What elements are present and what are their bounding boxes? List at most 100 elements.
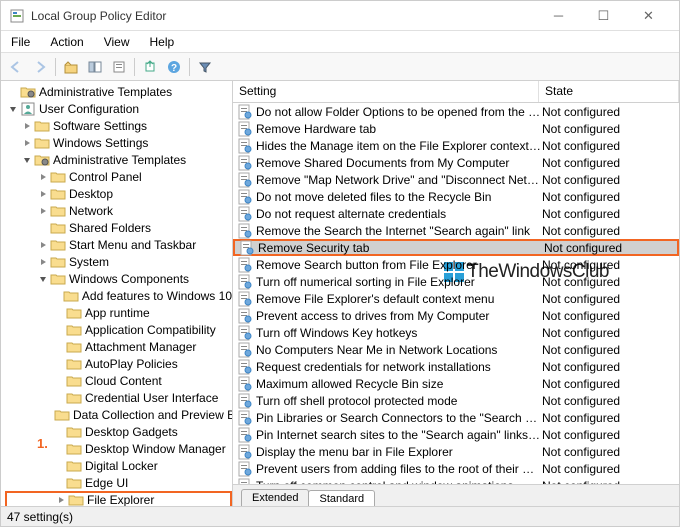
setting-row[interactable]: Remove the Search the Internet "Search a…: [233, 222, 679, 239]
tree-item[interactable]: File Explorer: [5, 491, 232, 506]
setting-row[interactable]: Do not move deleted files to the Recycle…: [233, 188, 679, 205]
minimize-button[interactable]: ─: [536, 2, 581, 30]
setting-row[interactable]: Remove Security tabNot configured: [233, 239, 679, 256]
tree-item-label: Application Compatibility: [85, 323, 216, 337]
setting-row[interactable]: Remove "Map Network Drive" and "Disconne…: [233, 171, 679, 188]
expand-closed-icon[interactable]: [37, 239, 49, 251]
expand-open-icon[interactable]: [21, 154, 33, 166]
column-state[interactable]: State: [539, 81, 679, 102]
policy-icon: [237, 206, 253, 222]
tree-item[interactable]: Shared Folders: [5, 219, 232, 236]
tree-item[interactable]: User Configuration: [5, 100, 232, 117]
tree-item-label: System: [69, 255, 109, 269]
tree-item[interactable]: Control Panel: [5, 168, 232, 185]
setting-label: Hides the Manage item on the File Explor…: [256, 139, 542, 153]
tree-item[interactable]: Windows Components: [5, 270, 232, 287]
menu-file[interactable]: File: [7, 33, 34, 51]
tree-item[interactable]: App runtime: [5, 304, 232, 321]
setting-label: Do not allow Folder Options to be opened…: [256, 105, 542, 119]
app-icon: [9, 8, 25, 24]
expand-open-icon[interactable]: [7, 103, 19, 115]
tree-item[interactable]: Application Compatibility: [5, 321, 232, 338]
setting-row[interactable]: Display the menu bar in File ExplorerNot…: [233, 443, 679, 460]
maximize-button[interactable]: ☐: [581, 2, 626, 30]
expand-closed-icon[interactable]: [21, 120, 33, 132]
setting-state: Not configured: [542, 479, 620, 485]
tree-item[interactable]: Edge UI: [5, 474, 232, 491]
setting-label: No Computers Near Me in Network Location…: [256, 343, 542, 357]
up-folder-button[interactable]: [60, 56, 82, 78]
setting-row[interactable]: Pin Internet search sites to the "Search…: [233, 426, 679, 443]
expand-closed-icon[interactable]: [37, 171, 49, 183]
column-setting[interactable]: Setting: [233, 81, 539, 102]
tree-item-label: Digital Locker: [85, 459, 158, 473]
menu-view[interactable]: View: [100, 33, 134, 51]
setting-row[interactable]: Hides the Manage item on the File Explor…: [233, 137, 679, 154]
filter-button[interactable]: [194, 56, 216, 78]
setting-row[interactable]: Turn off common control and window anima…: [233, 477, 679, 484]
setting-label: Remove Shared Documents from My Computer: [256, 156, 542, 170]
tree-item[interactable]: Administrative Templates: [5, 151, 232, 168]
toolbar-separator: [55, 58, 56, 76]
setting-row[interactable]: Turn off shell protocol protected modeNo…: [233, 392, 679, 409]
expand-closed-icon[interactable]: [55, 494, 67, 506]
tree-item[interactable]: Credential User Interface: [5, 389, 232, 406]
show-hide-button[interactable]: [84, 56, 106, 78]
setting-row[interactable]: Remove File Explorer's default context m…: [233, 290, 679, 307]
setting-row[interactable]: Do not request alternate credentialsNot …: [233, 205, 679, 222]
tree-item[interactable]: Software Settings: [5, 117, 232, 134]
setting-row[interactable]: Remove Shared Documents from My Computer…: [233, 154, 679, 171]
tree-item[interactable]: Desktop: [5, 185, 232, 202]
folder-icon: [66, 373, 82, 389]
tree-item[interactable]: Digital Locker: [5, 457, 232, 474]
tree-item[interactable]: Attachment Manager: [5, 338, 232, 355]
expand-closed-icon[interactable]: [37, 256, 49, 268]
tree-item[interactable]: AutoPlay Policies: [5, 355, 232, 372]
menu-help[interactable]: Help: [146, 33, 179, 51]
tree-item[interactable]: Add features to Windows 10: [5, 287, 232, 304]
policy-icon: [237, 393, 253, 409]
expand-closed-icon[interactable]: [37, 188, 49, 200]
help-button[interactable]: ?: [163, 56, 185, 78]
tree-pane[interactable]: 1. Administrative TemplatesUser Configur…: [1, 81, 233, 506]
tree-item[interactable]: Windows Settings: [5, 134, 232, 151]
setting-label: Maximum allowed Recycle Bin size: [256, 377, 542, 391]
folder-icon: [50, 254, 66, 270]
setting-row[interactable]: Prevent users from adding files to the r…: [233, 460, 679, 477]
window-title: Local Group Policy Editor: [31, 9, 536, 23]
setting-row[interactable]: Maximum allowed Recycle Bin sizeNot conf…: [233, 375, 679, 392]
setting-row[interactable]: No Computers Near Me in Network Location…: [233, 341, 679, 358]
close-button[interactable]: ✕: [626, 2, 671, 30]
folder-icon: [66, 441, 82, 457]
expand-open-icon[interactable]: [37, 273, 49, 285]
expand-spacer: [53, 392, 65, 404]
export-button[interactable]: [139, 56, 161, 78]
setting-row[interactable]: Request credentials for network installa…: [233, 358, 679, 375]
setting-row[interactable]: Do not allow Folder Options to be opened…: [233, 103, 679, 120]
tab-standard[interactable]: Standard: [308, 490, 375, 506]
expand-closed-icon[interactable]: [37, 205, 49, 217]
setting-row[interactable]: Turn off numerical sorting in File Explo…: [233, 273, 679, 290]
menu-action[interactable]: Action: [46, 33, 87, 51]
properties-button[interactable]: [108, 56, 130, 78]
tree-item-label: Start Menu and Taskbar: [69, 238, 196, 252]
tree-item[interactable]: Data Collection and Preview Bu: [5, 406, 232, 423]
setting-row[interactable]: Remove Search button from File ExplorerN…: [233, 256, 679, 273]
setting-row[interactable]: Turn off Windows Key hotkeysNot configur…: [233, 324, 679, 341]
setting-state: Not configured: [542, 394, 620, 408]
tab-extended[interactable]: Extended: [241, 489, 309, 506]
expand-closed-icon[interactable]: [21, 137, 33, 149]
setting-row[interactable]: Pin Libraries or Search Connectors to th…: [233, 409, 679, 426]
tree-item[interactable]: Network: [5, 202, 232, 219]
setting-row[interactable]: Prevent access to drives from My Compute…: [233, 307, 679, 324]
setting-row[interactable]: Remove Hardware tabNot configured: [233, 120, 679, 137]
policy-icon: [237, 427, 253, 443]
tree-item[interactable]: System: [5, 253, 232, 270]
tree-item[interactable]: Administrative Templates: [5, 83, 232, 100]
tree-item[interactable]: Start Menu and Taskbar: [5, 236, 232, 253]
expand-spacer: [53, 477, 65, 489]
policy-icon: [237, 274, 253, 290]
tree-item[interactable]: Cloud Content: [5, 372, 232, 389]
setting-label: Turn off numerical sorting in File Explo…: [256, 275, 542, 289]
list-body[interactable]: 2. TheWindowsClub Do not allow Folder Op…: [233, 103, 679, 484]
